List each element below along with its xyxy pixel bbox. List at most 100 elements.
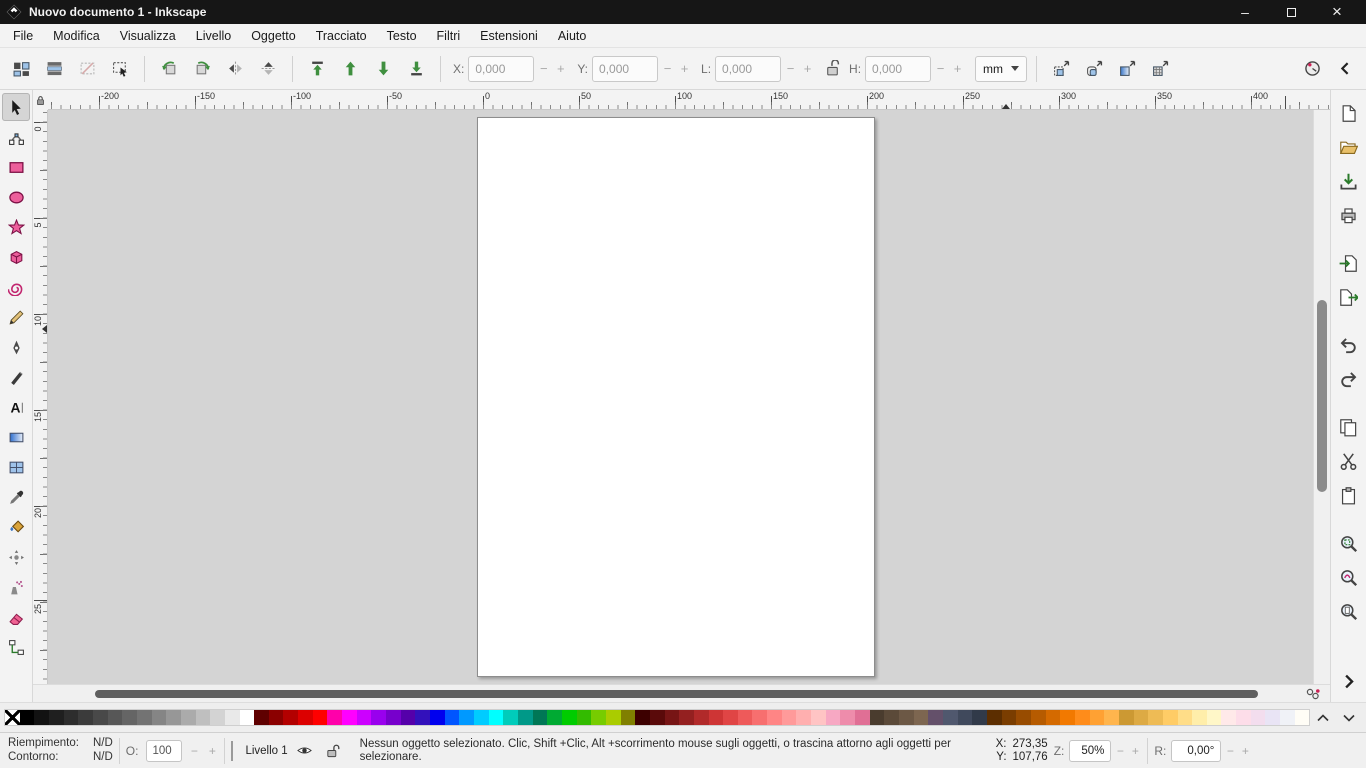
mesh-gradient-tool[interactable] xyxy=(2,453,30,481)
rotation-ccw-button[interactable]: − xyxy=(1224,744,1236,758)
palette-swatch[interactable] xyxy=(283,710,298,725)
layer-selector[interactable]: Livello 1 xyxy=(245,745,287,757)
duplicate-button[interactable] xyxy=(1334,412,1364,442)
palette-swatch[interactable] xyxy=(49,710,64,725)
raise-button[interactable] xyxy=(335,54,365,84)
minimize-button[interactable]: – xyxy=(1222,0,1268,24)
dropper-tool[interactable] xyxy=(2,483,30,511)
palette-swatch[interactable] xyxy=(240,710,255,725)
palette-swatch[interactable] xyxy=(782,710,797,725)
palette-swatch[interactable] xyxy=(870,710,885,725)
star-tool[interactable] xyxy=(2,213,30,241)
y-decrement-button[interactable]: − xyxy=(660,56,675,82)
palette-swatch[interactable] xyxy=(694,710,709,725)
palette-swatch[interactable] xyxy=(371,710,386,725)
bezier-pen-tool[interactable] xyxy=(2,333,30,361)
palette-swatch[interactable] xyxy=(826,710,841,725)
palette-swatch[interactable] xyxy=(840,710,855,725)
zoom-page-button[interactable] xyxy=(1334,596,1364,626)
palette-swatch[interactable] xyxy=(796,710,811,725)
scale-gradient-toggle[interactable] xyxy=(1112,54,1142,84)
menu-item[interactable]: Estensioni xyxy=(471,26,547,46)
box-3d-tool[interactable] xyxy=(2,243,30,271)
palette-swatch[interactable] xyxy=(709,710,724,725)
eraser-tool[interactable] xyxy=(2,603,30,631)
width-decrement-button[interactable]: − xyxy=(783,56,798,82)
flip-horizontal-button[interactable] xyxy=(220,54,250,84)
zoom-out-button[interactable]: − xyxy=(1114,744,1126,758)
palette-swatch[interactable] xyxy=(679,710,694,725)
select-all-button[interactable] xyxy=(6,54,36,84)
horizontal-scrollbar-thumb[interactable] xyxy=(95,690,1258,698)
palette-swatch[interactable] xyxy=(723,710,738,725)
palette-scroll-down-button[interactable] xyxy=(1336,707,1362,729)
save-button[interactable] xyxy=(1334,166,1364,196)
cut-button[interactable] xyxy=(1334,446,1364,476)
palette-swatch[interactable] xyxy=(1163,710,1178,725)
palette-swatch[interactable] xyxy=(430,710,445,725)
palette-swatch[interactable] xyxy=(225,710,240,725)
palette-swatch[interactable] xyxy=(1075,710,1090,725)
snap-settings-button[interactable] xyxy=(1297,54,1327,84)
select-all-layers-button[interactable] xyxy=(39,54,69,84)
palette-swatch[interactable] xyxy=(752,710,767,725)
palette-swatch[interactable] xyxy=(93,710,108,725)
palette-swatch[interactable] xyxy=(738,710,753,725)
width-increment-button[interactable]: + xyxy=(800,56,815,82)
horizontal-scrollbar[interactable] xyxy=(33,685,1296,702)
expand-snapbar-button[interactable] xyxy=(1334,666,1364,696)
ellipse-tool[interactable] xyxy=(2,183,30,211)
palette-swatch[interactable] xyxy=(20,710,35,725)
layer-lock-toggle[interactable] xyxy=(322,740,344,762)
zoom-in-button[interactable]: + xyxy=(1129,744,1141,758)
lower-button[interactable] xyxy=(368,54,398,84)
flip-vertical-button[interactable] xyxy=(253,54,283,84)
palette-swatch[interactable] xyxy=(1148,710,1163,725)
scale-stroke-toggle[interactable] xyxy=(1046,54,1076,84)
x-increment-button[interactable]: + xyxy=(553,56,568,82)
menu-item[interactable]: Filtri xyxy=(428,26,470,46)
close-button[interactable]: × xyxy=(1314,0,1360,24)
menu-item[interactable]: File xyxy=(4,26,42,46)
vertical-scrollbar-thumb[interactable] xyxy=(1317,300,1327,492)
palette-swatch[interactable] xyxy=(1207,710,1222,725)
new-document-button[interactable] xyxy=(1334,98,1364,128)
vertical-scrollbar[interactable] xyxy=(1313,110,1330,684)
canvas-area[interactable] xyxy=(48,110,1313,684)
palette-swatch[interactable] xyxy=(137,710,152,725)
palette-swatch[interactable] xyxy=(547,710,562,725)
height-decrement-button[interactable]: − xyxy=(933,56,948,82)
lock-ratio-button[interactable] xyxy=(821,54,843,84)
palette-swatch[interactable] xyxy=(577,710,592,725)
tweak-tool[interactable] xyxy=(2,543,30,571)
palette-swatch[interactable] xyxy=(972,710,987,725)
palette-swatch[interactable] xyxy=(518,710,533,725)
export-button[interactable] xyxy=(1334,282,1364,312)
palette-swatch[interactable] xyxy=(298,710,313,725)
palette-swatch[interactable] xyxy=(533,710,548,725)
palette-swatch[interactable] xyxy=(767,710,782,725)
maximize-button[interactable] xyxy=(1268,0,1314,24)
node-editor-tool[interactable] xyxy=(2,123,30,151)
palette-swatch[interactable] xyxy=(1134,710,1149,725)
palette-swatch[interactable] xyxy=(357,710,372,725)
fill-value[interactable]: N/D xyxy=(93,737,113,750)
menu-item[interactable]: Oggetto xyxy=(242,26,304,46)
palette-swatch[interactable] xyxy=(474,710,489,725)
menu-item[interactable]: Testo xyxy=(378,26,426,46)
x-input[interactable]: 0,000 xyxy=(468,56,534,82)
palette-swatch[interactable] xyxy=(899,710,914,725)
text-tool[interactable]: A xyxy=(2,393,30,421)
snap-indicator[interactable] xyxy=(1296,685,1330,702)
spiral-tool[interactable] xyxy=(2,273,30,301)
palette-swatch[interactable] xyxy=(1251,710,1266,725)
palette-swatch[interactable] xyxy=(386,710,401,725)
horizontal-ruler[interactable]: -200-150-100-50050100150200250300350400 xyxy=(48,90,1330,110)
palette-swatch[interactable] xyxy=(1090,710,1105,725)
palette-swatch[interactable] xyxy=(1265,710,1280,725)
palette-swatch[interactable] xyxy=(122,710,137,725)
palette-swatch[interactable] xyxy=(5,710,20,725)
palette-swatch[interactable] xyxy=(1104,710,1119,725)
import-button[interactable] xyxy=(1334,248,1364,278)
lower-to-bottom-button[interactable] xyxy=(401,54,431,84)
